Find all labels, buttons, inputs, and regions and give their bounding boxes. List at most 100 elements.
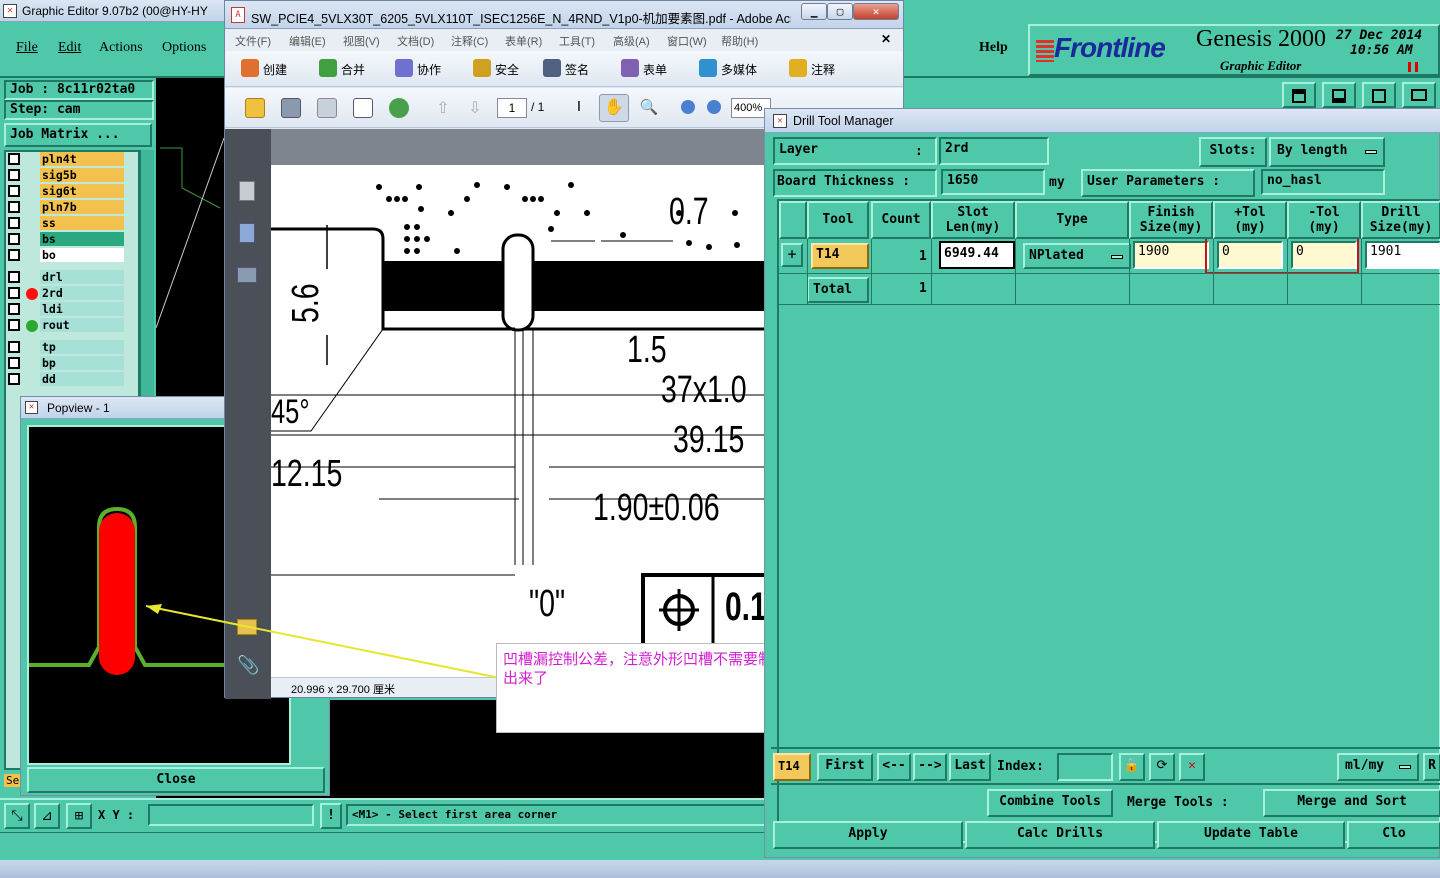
layer-checkbox[interactable] <box>8 287 20 299</box>
pdf-toolbar-icon[interactable] <box>473 59 491 77</box>
first-button[interactable]: First <box>817 753 873 781</box>
open-folder-icon[interactable] <box>245 98 265 118</box>
index-input[interactable] <box>1057 753 1113 781</box>
layer-row-rout[interactable]: rout <box>6 318 124 332</box>
pdf-menu-item[interactable]: 文件(F) <box>235 33 271 49</box>
home-view-icon[interactable] <box>1282 82 1316 108</box>
menu-edit[interactable]: Edit <box>58 40 81 56</box>
pdf-menu-item[interactable]: 帮助(H) <box>721 33 758 49</box>
layer-checkbox[interactable] <box>8 185 20 197</box>
zoom-tool-icon[interactable]: 🔍 <box>639 98 659 118</box>
delete-icon[interactable]: ✕ <box>1179 753 1205 781</box>
layer-checkbox[interactable] <box>8 319 20 331</box>
layer-checkbox[interactable] <box>8 217 20 229</box>
layer-checkbox[interactable] <box>8 201 20 213</box>
layer-row-2rd[interactable]: 2rd <box>6 286 124 300</box>
layer-checkbox[interactable] <box>8 271 20 283</box>
pdf-toolbar-icon[interactable] <box>395 59 413 77</box>
save-icon[interactable] <box>317 98 337 118</box>
grid-icon[interactable]: ⊞ <box>66 803 92 829</box>
layer-row-pln7b[interactable]: pln7b <box>6 200 124 214</box>
thickness-value[interactable]: 1650 <box>941 169 1045 195</box>
r-button-partial[interactable]: R <box>1423 753 1440 781</box>
layer-row-sig6t[interactable]: sig6t <box>6 184 124 198</box>
share-icon[interactable] <box>389 98 409 118</box>
layer-checkbox[interactable] <box>8 303 20 315</box>
slots-dropdown[interactable]: By length <box>1269 137 1385 167</box>
pdf-toolbar-button[interactable]: 多媒体 <box>721 61 757 78</box>
bookmarks-panel-icon[interactable] <box>239 223 255 243</box>
pdf-menu-item[interactable]: 窗口(W) <box>667 33 707 49</box>
tool-cell[interactable]: T14 <box>811 243 869 269</box>
merge-sort-button[interactable]: Merge and Sort <box>1263 789 1440 817</box>
layer-row-bp[interactable]: bp <box>6 356 124 370</box>
layer-checkbox[interactable] <box>8 169 20 181</box>
close-button-partial[interactable]: Clo <box>1347 821 1440 849</box>
zoom-out-icon[interactable] <box>681 100 695 114</box>
pause-icon[interactable] <box>1408 62 1418 72</box>
pdf-toolbar-icon[interactable] <box>319 59 337 77</box>
slot-len-cell[interactable]: 6949.44 <box>939 241 1015 269</box>
email-icon[interactable] <box>353 98 373 118</box>
pdf-toolbar-button[interactable]: 表单 <box>643 61 667 78</box>
zoom-area-icon[interactable]: ⤡ <box>4 803 30 829</box>
user-params-button[interactable]: User Parameters : <box>1081 169 1255 197</box>
window-icon[interactable] <box>1322 82 1356 108</box>
monitor-icon[interactable] <box>1402 82 1436 108</box>
layer-row-bs[interactable]: bs <box>6 232 124 246</box>
pdf-toolbar-button[interactable]: 签名 <box>565 61 589 78</box>
layer-row-tp[interactable]: tp <box>6 340 124 354</box>
pdf-menu-item[interactable]: 表单(R) <box>505 33 542 49</box>
zoom-in-icon[interactable] <box>707 100 721 114</box>
layer-checkbox[interactable] <box>8 153 20 165</box>
pdf-menu-item[interactable]: 文档(D) <box>397 33 434 49</box>
combine-tools-button[interactable]: Combine Tools <box>987 789 1113 817</box>
measure-icon[interactable]: ⊿ <box>34 803 60 829</box>
lock-icon[interactable]: 🔒 <box>1119 753 1145 781</box>
layer-row-dd[interactable]: dd <box>6 372 124 386</box>
calc-drills-button[interactable]: Calc Drills <box>965 821 1155 849</box>
prev-button[interactable]: <-- <box>877 753 911 781</box>
layer-checkbox[interactable] <box>8 249 20 261</box>
layer-checkbox[interactable] <box>8 373 20 385</box>
pdf-toolbar-icon[interactable] <box>699 59 717 77</box>
pdf-menu-item[interactable]: 高级(A) <box>613 33 650 49</box>
page-down-icon[interactable]: ⇩ <box>465 98 485 118</box>
layer-row-ldi[interactable]: ldi <box>6 302 124 316</box>
pdf-menu-item[interactable]: 工具(T) <box>559 33 595 49</box>
pdf-toolbar-button[interactable]: 安全 <box>495 61 519 78</box>
layer-checkbox[interactable] <box>8 341 20 353</box>
layer-value[interactable]: 2rd <box>939 137 1049 165</box>
pdf-toolbar-button[interactable]: 合并 <box>341 61 365 78</box>
pdf-maximize-button[interactable]: ▢ <box>827 3 853 20</box>
job-matrix-button[interactable]: Job Matrix ... <box>4 123 152 147</box>
layer-row-ss[interactable]: ss <box>6 216 124 230</box>
select-tool-icon[interactable]: I <box>569 98 589 118</box>
units-dropdown[interactable]: ml/my <box>1337 753 1419 781</box>
print-icon[interactable] <box>281 98 301 118</box>
last-button[interactable]: Last <box>949 753 991 781</box>
pdf-toolbar-icon[interactable] <box>621 59 639 77</box>
page-up-icon[interactable]: ⇧ <box>433 98 453 118</box>
user-params-value[interactable]: no_hasl <box>1261 169 1385 195</box>
menu-help[interactable]: Help <box>979 40 1008 56</box>
type-dropdown[interactable]: NPlated <box>1023 243 1131 269</box>
house-icon[interactable] <box>1362 82 1396 108</box>
finish-size-input[interactable]: 1900 <box>1133 241 1209 269</box>
pdf-toolbar-icon[interactable] <box>241 59 259 77</box>
alert-icon[interactable]: ! <box>320 803 342 829</box>
pdf-toolbar-icon[interactable] <box>543 59 561 77</box>
command-line[interactable] <box>0 832 770 858</box>
pdf-toolbar-button[interactable]: 注释 <box>811 61 835 78</box>
pdf-menu-item[interactable]: 视图(V) <box>343 33 380 49</box>
pdf-doc-close-icon[interactable]: ✕ <box>881 32 891 46</box>
xy-input[interactable] <box>148 804 314 826</box>
update-table-button[interactable]: Update Table <box>1157 821 1345 849</box>
layer-checkbox[interactable] <box>8 233 20 245</box>
hand-tool-icon[interactable]: ✋ <box>599 94 629 122</box>
pdf-menu-item[interactable]: 编辑(E) <box>289 33 326 49</box>
layer-checkbox[interactable] <box>8 357 20 369</box>
pdf-toolbar-button[interactable]: 协作 <box>417 61 441 78</box>
next-button[interactable]: --> <box>913 753 947 781</box>
apply-button[interactable]: Apply <box>773 821 963 849</box>
